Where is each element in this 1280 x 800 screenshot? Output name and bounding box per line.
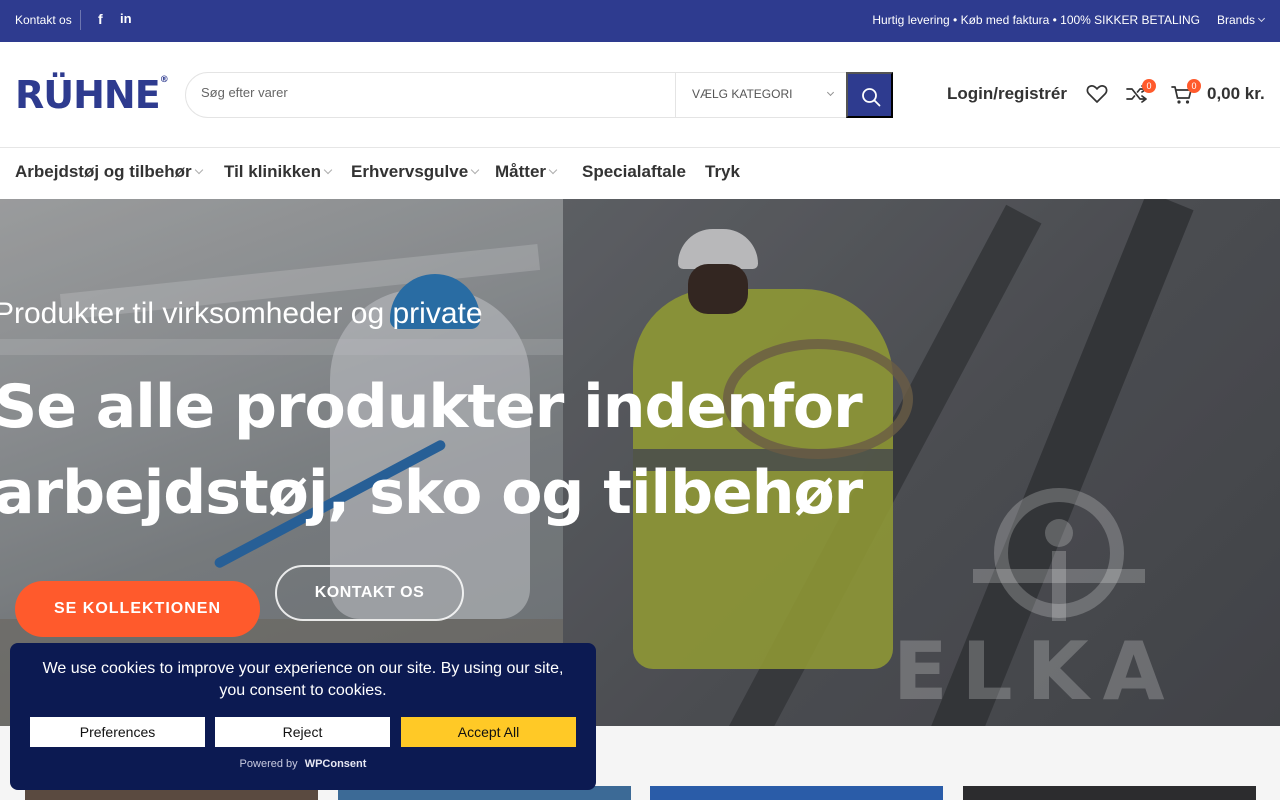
cart-button[interactable]: 0 xyxy=(1171,79,1201,110)
chevron-down-icon xyxy=(548,165,558,175)
chevron-down-icon xyxy=(323,165,333,175)
contact-link[interactable]: Kontakt os xyxy=(15,13,72,27)
category-select[interactable]: VÆLG KATEGORI xyxy=(675,73,847,117)
nav-item-label: Måtter xyxy=(495,162,547,181)
chevron-down-icon xyxy=(826,88,835,97)
top-bar-divider xyxy=(80,10,81,30)
login-link[interactable]: Login/registrér xyxy=(947,84,1067,104)
chevron-down-icon xyxy=(1257,14,1266,23)
hero-headline-line-2: arbejdstøj, sko og tilbehør xyxy=(0,458,863,528)
search-form: VÆLG KATEGORI xyxy=(185,72,893,118)
cookie-reject-button[interactable]: Reject xyxy=(215,717,390,747)
search-input[interactable] xyxy=(201,85,661,100)
wishlist-button[interactable] xyxy=(1086,84,1108,109)
logo-text: RÜHNE xyxy=(15,73,161,117)
elka-logo-icon xyxy=(973,488,1145,621)
category-thumbnail[interactable] xyxy=(963,786,1256,800)
hero-headline: Se alle produkter indenfor arbejdstøj, s… xyxy=(0,364,863,536)
nav-item-label: Til klinikken xyxy=(224,162,322,181)
contact-us-button[interactable]: KONTAKT OS xyxy=(275,565,464,621)
nav-item-arbejdstoj[interactable]: Arbejdstøj og tilbehør xyxy=(15,162,203,182)
chevron-down-icon xyxy=(470,165,480,175)
hero-headline-line-1: Se alle produkter indenfor xyxy=(0,372,863,442)
see-collection-button[interactable]: SE KOLLEKTIONEN xyxy=(15,581,260,637)
nav-item-specialaftale[interactable]: Specialaftale xyxy=(582,162,686,182)
cookie-message: We use cookies to improve your experienc… xyxy=(42,660,564,699)
compare-button[interactable]: 0 xyxy=(1126,79,1156,108)
compare-count-badge: 0 xyxy=(1142,79,1156,93)
top-bar: Kontakt os f in Hurtig levering • Køb me… xyxy=(0,0,1280,42)
nav-item-label: Arbejdstøj og tilbehør xyxy=(15,162,192,181)
cookie-banner: We use cookies to improve your experienc… xyxy=(10,643,596,790)
promo-text: Hurtig levering • Køb med faktura • 100%… xyxy=(872,13,1200,27)
elka-watermark-text: ELKA xyxy=(893,625,1179,718)
search-button[interactable] xyxy=(846,72,893,118)
category-select-label: VÆLG KATEGORI xyxy=(692,87,793,101)
nav-item-matter[interactable]: Måtter xyxy=(495,162,558,182)
site-logo[interactable]: RÜHNE ® xyxy=(15,73,169,117)
nav-item-label: Specialaftale xyxy=(582,162,686,181)
nav-item-label: Tryk xyxy=(705,162,740,181)
wpconsent-logo[interactable]: WPConsent xyxy=(305,758,367,770)
chevron-down-icon xyxy=(194,165,203,175)
nav-item-til-klinikken[interactable]: Til klinikken xyxy=(224,162,333,182)
nav-item-tryk[interactable]: Tryk xyxy=(705,162,740,182)
hero-subtitle: Produkter til virksomheder og private xyxy=(0,297,483,330)
search-icon xyxy=(862,88,881,107)
brands-menu[interactable]: Brands xyxy=(1216,13,1266,27)
site-header: RÜHNE® VÆLG KATEGORI Login/registrér 0 0… xyxy=(0,42,1280,148)
registered-mark: ® xyxy=(159,75,169,85)
cookie-accept-button[interactable]: Accept All xyxy=(401,717,576,747)
cart-total[interactable]: 0,00 kr. xyxy=(1207,84,1265,104)
category-thumbnail[interactable] xyxy=(650,786,943,800)
cookie-powered-by: Powered by WPConsent xyxy=(10,758,596,770)
nav-item-label: Erhvervsgulve xyxy=(351,162,469,181)
powered-by-label: Powered by xyxy=(239,758,298,770)
linkedin-icon[interactable]: in xyxy=(120,11,132,26)
nav-item-erhvervsgulve[interactable]: Erhvervsgulve xyxy=(351,162,480,182)
cookie-preferences-button[interactable]: Preferences xyxy=(30,717,205,747)
main-navigation: Arbejdstøj og tilbehør Til klinikken Erh… xyxy=(0,148,1280,199)
heart-icon xyxy=(1086,85,1108,103)
brands-label: Brands xyxy=(1216,13,1255,27)
facebook-icon[interactable]: f xyxy=(98,11,103,27)
cart-count-badge: 0 xyxy=(1187,79,1201,93)
